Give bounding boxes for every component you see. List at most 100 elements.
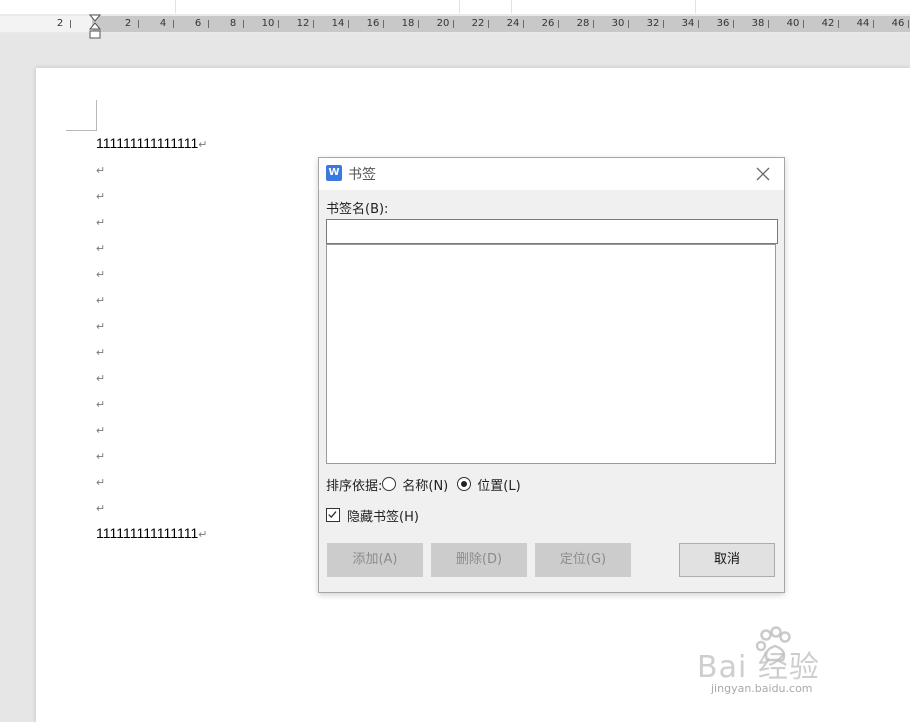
ruler-label: 38 xyxy=(751,18,765,29)
ruler-label: 14 xyxy=(331,18,345,29)
checkmark-icon xyxy=(328,511,337,519)
document-body[interactable]: 111111111111111↵ ↵ ↵ ↵ ↵ ↵ ↵ ↵ ↵ ↵ ↵ ↵ ↵ ↵ ↵ 1111111111… xyxy=(96,131,207,547)
document-paragraph[interactable]: ↵ xyxy=(96,313,207,339)
ruler-tick xyxy=(313,20,314,28)
ruler-tick xyxy=(908,20,909,28)
ruler-tick xyxy=(173,20,174,28)
document-paragraph[interactable]: ↵ xyxy=(96,417,207,443)
ruler-tick xyxy=(243,20,244,28)
document-paragraph[interactable]: ↵ xyxy=(96,339,207,365)
toolbar-separator xyxy=(695,0,696,13)
indent-marker-icon[interactable] xyxy=(89,14,101,40)
document-paragraph[interactable]: ↵ xyxy=(96,157,207,183)
dialog-title: 书签 xyxy=(348,167,376,183)
ruler-tick xyxy=(803,20,804,28)
toolbar-separator xyxy=(459,0,460,13)
ruler-tick xyxy=(663,20,664,28)
ruler-label: 16 xyxy=(366,18,380,29)
ruler-tick xyxy=(70,20,71,28)
paragraph-mark-icon: ↵ xyxy=(96,191,106,203)
ruler-label: 4 xyxy=(159,18,167,29)
app-icon: W xyxy=(326,165,342,181)
sort-by-name-label: 名称(N) xyxy=(402,478,449,494)
ruler-tick xyxy=(348,20,349,28)
close-icon[interactable] xyxy=(752,163,774,185)
sort-by-name-option[interactable]: 名称(N) xyxy=(382,475,448,494)
ruler-margin xyxy=(0,16,92,32)
ruler-tick xyxy=(418,20,419,28)
bookmark-name-input[interactable] xyxy=(326,219,778,244)
ruler-tick xyxy=(558,20,559,28)
paragraph-mark-icon: ↵ xyxy=(96,425,106,437)
ruler-label: 8 xyxy=(229,18,237,29)
sort-by-name-radio[interactable] xyxy=(382,477,397,491)
ruler-tick xyxy=(383,20,384,28)
watermark-url: jingyan.baidu.com xyxy=(711,682,813,695)
paragraph-mark-icon: ↵ xyxy=(96,399,106,411)
bookmark-name-label: 书签名(B): xyxy=(326,202,389,217)
goto-button[interactable]: 定位(G) xyxy=(535,543,631,577)
ruler-tick xyxy=(138,20,139,28)
ruler-tick xyxy=(208,20,209,28)
paragraph-mark-icon: ↵ xyxy=(96,373,106,385)
hide-bookmarks-checkbox[interactable] xyxy=(326,508,340,522)
sort-by-position-option[interactable]: 位置(L) xyxy=(457,475,521,494)
ruler-label: 18 xyxy=(401,18,415,29)
document-paragraph[interactable]: ↵ xyxy=(96,391,207,417)
ruler-tick xyxy=(488,20,489,28)
ruler-label: 44 xyxy=(856,18,870,29)
ruler-label: 2 xyxy=(56,18,64,29)
document-paragraph[interactable]: ↵ xyxy=(96,183,207,209)
ruler-label: 36 xyxy=(716,18,730,29)
bookmark-dialog: W 书签 书签名(B): 排序依据: 名称(N) 位置(L) 隐藏书签(H) 添… xyxy=(318,157,785,593)
document-paragraph[interactable]: ↵ xyxy=(96,495,207,521)
paragraph-mark-icon: ↵ xyxy=(96,477,106,489)
toolbar-strip xyxy=(0,0,910,15)
paragraph-mark-icon: ↵ xyxy=(96,269,106,281)
ruler-label: 32 xyxy=(646,18,660,29)
toolbar-separator xyxy=(175,0,176,13)
add-button[interactable]: 添加(A) xyxy=(327,543,423,577)
paragraph-mark-icon: ↵ xyxy=(198,529,208,541)
paragraph-mark-icon: ↵ xyxy=(96,217,106,229)
sort-by-position-label: 位置(L) xyxy=(477,478,521,494)
document-paragraph[interactable]: 111111111111111↵ xyxy=(96,131,207,157)
ruler-label: 2 xyxy=(124,18,132,29)
ruler-tick xyxy=(733,20,734,28)
ruler-tick xyxy=(873,20,874,28)
ruler-label: 42 xyxy=(821,18,835,29)
watermark-text: Bai 经验 xyxy=(697,650,820,685)
cancel-button[interactable]: 取消 xyxy=(679,543,775,577)
bookmark-list[interactable] xyxy=(326,244,776,464)
ruler-label: 28 xyxy=(576,18,590,29)
hide-bookmarks-row[interactable]: 隐藏书签(H) xyxy=(326,505,419,525)
document-paragraph[interactable]: 111111111111111↵ xyxy=(96,521,207,547)
dialog-titlebar[interactable]: W 书签 xyxy=(319,158,784,190)
ruler-label: 46 xyxy=(891,18,905,29)
toolbar-separator xyxy=(511,0,512,13)
paragraph-mark-icon: ↵ xyxy=(96,165,106,177)
document-paragraph[interactable]: ↵ xyxy=(96,287,207,313)
paragraph-mark-icon: ↵ xyxy=(96,503,106,515)
ruler-label: 40 xyxy=(786,18,800,29)
delete-button[interactable]: 删除(D) xyxy=(431,543,527,577)
ruler-tick xyxy=(453,20,454,28)
ruler-label: 10 xyxy=(261,18,275,29)
ruler-label: 34 xyxy=(681,18,695,29)
paragraph-mark-icon: ↵ xyxy=(198,139,208,151)
ruler-tick xyxy=(628,20,629,28)
document-paragraph[interactable]: ↵ xyxy=(96,235,207,261)
sort-by-position-radio[interactable] xyxy=(457,477,472,491)
sort-by-row: 排序依据: 名称(N) 位置(L) xyxy=(326,474,530,494)
ruler-tick xyxy=(278,20,279,28)
document-paragraph[interactable]: ↵ xyxy=(96,443,207,469)
horizontal-ruler[interactable]: 2 2 4 6 8 10 12 14 16 18 20 22 24 26 28 30 32 34 36 38 40 42 4… xyxy=(0,14,910,39)
document-paragraph[interactable]: ↵ xyxy=(96,261,207,287)
ruler-label: 6 xyxy=(194,18,202,29)
paragraph-mark-icon: ↵ xyxy=(96,347,106,359)
document-paragraph[interactable]: ↵ xyxy=(96,209,207,235)
document-paragraph[interactable]: ↵ xyxy=(96,469,207,495)
document-paragraph[interactable]: ↵ xyxy=(96,365,207,391)
paragraph-text: 111111111111111 xyxy=(96,135,199,151)
hide-bookmarks-label: 隐藏书签(H) xyxy=(347,509,419,525)
